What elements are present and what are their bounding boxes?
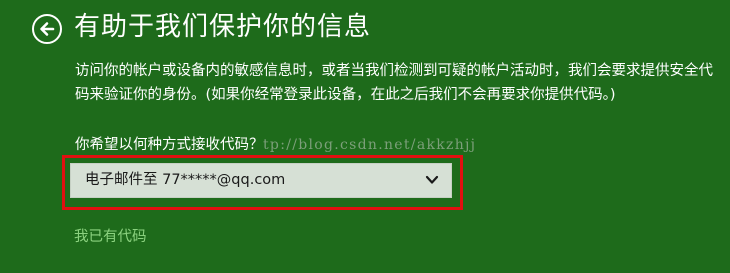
- chevron-down-icon: [425, 175, 439, 184]
- back-arrow-icon: [40, 22, 55, 36]
- verification-method-value: 电子邮件至 77*****@qq.com: [85, 172, 286, 188]
- question-label: 你希望以何种方式接收代码？: [75, 137, 264, 153]
- watermark-text: tp://blog.csdn.net/akkzhjj: [263, 137, 477, 153]
- description-text: 访问你的帐户或设备内的敏感信息时，或者当我们检测到可疑的帐户活动时，我们会要求提…: [75, 63, 713, 103]
- already-have-code-link[interactable]: 我已有代码: [74, 226, 147, 248]
- verification-method-select[interactable]: 电子邮件至 77*****@qq.com: [70, 163, 452, 198]
- page-title: 有助于我们保护你的信息: [74, 12, 372, 42]
- back-button[interactable]: [32, 14, 62, 44]
